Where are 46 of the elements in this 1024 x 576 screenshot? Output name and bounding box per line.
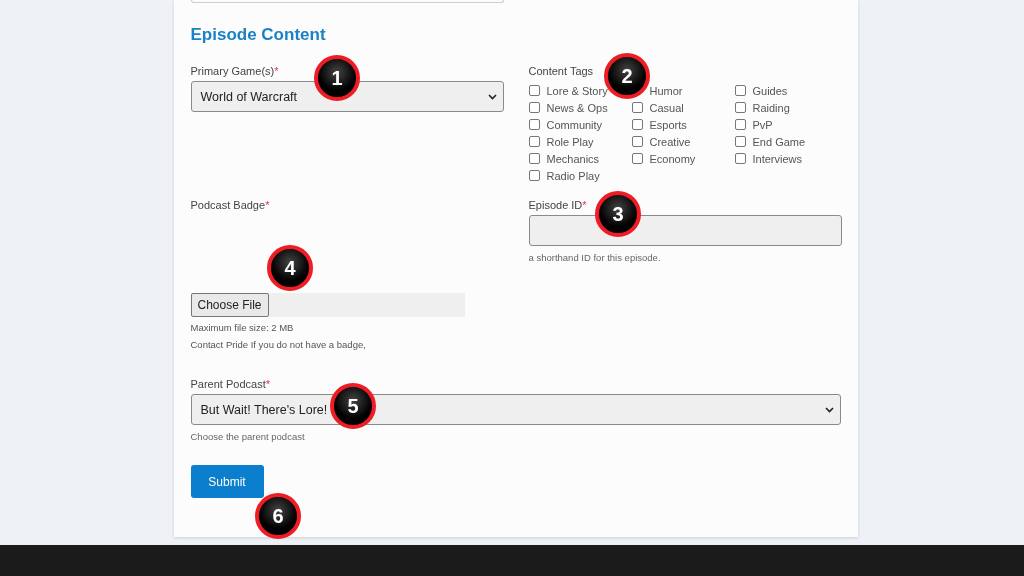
checkbox-label: End Game: [752, 135, 806, 148]
checkbox-label: Economy: [649, 152, 696, 165]
field-label: Episode ID*: [528, 198, 587, 212]
chevron-down-icon: [824, 406, 834, 413]
checkbox-label: Raiding: [752, 101, 790, 114]
checkbox[interactable]: [528, 102, 540, 113]
checkbox[interactable]: [528, 119, 540, 130]
checkbox-label: Creative: [649, 135, 691, 148]
checkbox-label: Community: [546, 118, 603, 131]
checkbox-label: Radio Play: [546, 169, 600, 182]
checkbox-label: Casual: [649, 101, 684, 114]
checkbox[interactable]: [528, 136, 540, 147]
file-input[interactable]: Choose File: [190, 293, 465, 317]
chevron-down-icon: [487, 93, 497, 100]
checkbox-label: Humor: [649, 84, 683, 97]
checkbox[interactable]: [734, 119, 746, 130]
submit-button[interactable]: Submit: [190, 465, 264, 498]
checkbox-label: News & Ops: [546, 101, 608, 114]
help-text: Maximum file size: 2 MB: [190, 322, 295, 334]
checkbox-label: Role Play: [546, 135, 594, 148]
checkbox[interactable]: [528, 153, 540, 164]
checkbox[interactable]: [631, 136, 643, 147]
checkbox-label: PvP: [752, 118, 773, 131]
field-label: Podcast Badge*: [190, 198, 270, 212]
checkbox[interactable]: [631, 102, 643, 113]
field-label: Parent Podcast*: [190, 377, 270, 391]
checkbox-label: Mechanics: [546, 152, 600, 165]
checkbox-label: Guides: [752, 84, 788, 97]
checkbox[interactable]: [528, 170, 540, 181]
help-text: Contact Pride If you do not have a badge,: [190, 339, 367, 351]
checkbox-label: Interviews: [752, 152, 803, 165]
help-text: a shorthand ID for this episode.: [528, 252, 662, 263]
choose-file-button[interactable]: Choose File: [190, 293, 269, 317]
checkbox[interactable]: [734, 102, 746, 113]
checkbox[interactable]: [528, 85, 540, 96]
help-text: Choose the parent podcast: [190, 431, 306, 442]
checkbox[interactable]: [734, 153, 746, 164]
checkbox[interactable]: [631, 119, 643, 130]
checkbox[interactable]: [734, 85, 746, 96]
checkbox[interactable]: [734, 136, 746, 147]
field-label: Primary Game(s)*: [190, 64, 279, 78]
checkbox-label: Lore & Story: [546, 84, 608, 97]
section-title: Episode Content: [190, 25, 327, 46]
field-label: Content Tags: [528, 64, 594, 78]
checkbox[interactable]: [631, 153, 643, 164]
checkbox-label: Esports: [649, 118, 687, 131]
